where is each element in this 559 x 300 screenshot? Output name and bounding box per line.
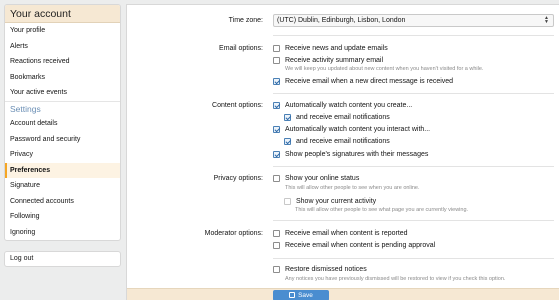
sidebar-item-signature[interactable]: Signature — [5, 178, 120, 194]
sidebar-section-settings: Settings — [5, 100, 120, 117]
email-options-label: Email options: — [219, 45, 263, 52]
logout-button[interactable]: Log out — [4, 251, 121, 267]
email-dm-checkbox[interactable] — [273, 78, 280, 85]
email-news-checkbox[interactable] — [273, 45, 280, 52]
preferences-form: Time zone: (UTC) Dublin, Edinburgh, Lisb… — [126, 4, 559, 300]
watch-create-label: Automatically watch content you create..… — [285, 102, 413, 109]
sidebar-title: Your account — [5, 5, 120, 23]
show-online-hint: This will allow other people to see when… — [285, 185, 420, 191]
restore-notices-hint: Any notices you have previously dismisse… — [285, 276, 506, 282]
save-label: Save — [298, 292, 313, 299]
timezone-value: (UTC) Dublin, Edinburgh, Lisbon, London — [277, 17, 406, 24]
sidebar-item-ignoring[interactable]: Ignoring — [5, 225, 120, 241]
mod-approval-checkbox[interactable] — [273, 242, 280, 249]
moderator-options-label: Moderator options: — [204, 230, 263, 237]
sidebar-item-following[interactable]: Following — [5, 209, 120, 225]
mod-reported-checkbox[interactable] — [273, 230, 280, 237]
email-summary-hint: We will keep you updated about new conte… — [285, 66, 484, 72]
watch-interact-notify-option[interactable]: and receive email notifications — [284, 138, 390, 145]
watch-create-checkbox[interactable] — [273, 102, 280, 109]
privacy-options-label: Privacy options: — [213, 175, 263, 182]
restore-notices-label: Restore dismissed notices — [285, 266, 367, 273]
show-activity-hint: This will allow other people to see what… — [295, 207, 469, 213]
email-news-option[interactable]: Receive news and update emails — [273, 45, 388, 52]
show-signatures-label: Show people's signatures with their mess… — [285, 151, 429, 158]
show-online-option[interactable]: Show your online status — [273, 175, 359, 182]
email-summary-option[interactable]: Receive activity summary email — [273, 57, 383, 64]
divider — [273, 93, 554, 94]
email-dm-label: Receive email when a new direct message … — [285, 78, 454, 85]
show-signatures-option[interactable]: Show people's signatures with their mess… — [273, 151, 428, 158]
timezone-select[interactable]: (UTC) Dublin, Edinburgh, Lisbon, London … — [273, 14, 554, 27]
restore-notices-checkbox[interactable] — [273, 266, 280, 273]
email-news-label: Receive news and update emails — [285, 45, 388, 52]
sidebar-item-alerts[interactable]: Alerts — [5, 39, 120, 55]
select-arrows-icon: ▲ ▼ — [544, 15, 549, 25]
mod-approval-label: Receive email when content is pending ap… — [285, 242, 436, 249]
show-online-label: Show your online status — [285, 175, 360, 182]
sidebar-item-bookmarks[interactable]: Bookmarks — [5, 70, 120, 86]
show-activity-option[interactable]: Show your current activity — [284, 198, 376, 205]
watch-create-notify-option[interactable]: and receive email notifications — [284, 114, 390, 121]
sidebar-item-account-details[interactable]: Account details — [5, 116, 120, 132]
sidebar-item-password-security[interactable]: Password and security — [5, 132, 120, 148]
restore-notices-option[interactable]: Restore dismissed notices — [273, 266, 367, 273]
content-options-label: Content options: — [212, 102, 263, 109]
divider — [273, 258, 554, 259]
email-summary-label: Receive activity summary email — [285, 57, 384, 64]
mod-approval-option[interactable]: Receive email when content is pending ap… — [273, 242, 435, 249]
sidebar-item-your-profile[interactable]: Your profile — [5, 23, 120, 39]
email-summary-checkbox[interactable] — [273, 57, 280, 64]
show-activity-checkbox[interactable] — [284, 198, 291, 205]
account-sidebar: Your account Your profile Alerts Reactio… — [4, 4, 121, 241]
divider — [273, 35, 554, 36]
sidebar-item-reactions-received[interactable]: Reactions received — [5, 54, 120, 70]
mod-reported-label: Receive email when content is reported — [285, 230, 408, 237]
watch-interact-notify-checkbox[interactable] — [284, 138, 291, 145]
form-footer: Save — [127, 288, 559, 300]
divider — [273, 220, 554, 221]
save-button[interactable]: Save — [273, 290, 329, 300]
show-online-checkbox[interactable] — [273, 175, 280, 182]
timezone-label: Time zone: — [228, 17, 263, 24]
watch-interact-notify-label: and receive email notifications — [296, 138, 390, 145]
email-dm-option[interactable]: Receive email when a new direct message … — [273, 78, 453, 85]
watch-interact-option[interactable]: Automatically watch content you interact… — [273, 126, 430, 133]
sidebar-item-active-events[interactable]: Your active events — [5, 85, 120, 101]
sidebar-item-privacy[interactable]: Privacy — [5, 147, 120, 163]
sidebar-item-preferences[interactable]: Preferences — [5, 162, 120, 178]
sidebar-item-connected-accounts[interactable]: Connected accounts — [5, 194, 120, 210]
watch-interact-checkbox[interactable] — [273, 126, 280, 133]
watch-create-notify-label: and receive email notifications — [296, 114, 390, 121]
save-icon — [289, 292, 296, 298]
watch-create-notify-checkbox[interactable] — [284, 114, 291, 121]
show-activity-label: Show your current activity — [296, 198, 377, 205]
mod-reported-option[interactable]: Receive email when content is reported — [273, 230, 408, 237]
watch-create-option[interactable]: Automatically watch content you create..… — [273, 102, 412, 109]
show-signatures-checkbox[interactable] — [273, 151, 280, 158]
divider — [273, 166, 554, 167]
watch-interact-label: Automatically watch content you interact… — [285, 126, 431, 133]
